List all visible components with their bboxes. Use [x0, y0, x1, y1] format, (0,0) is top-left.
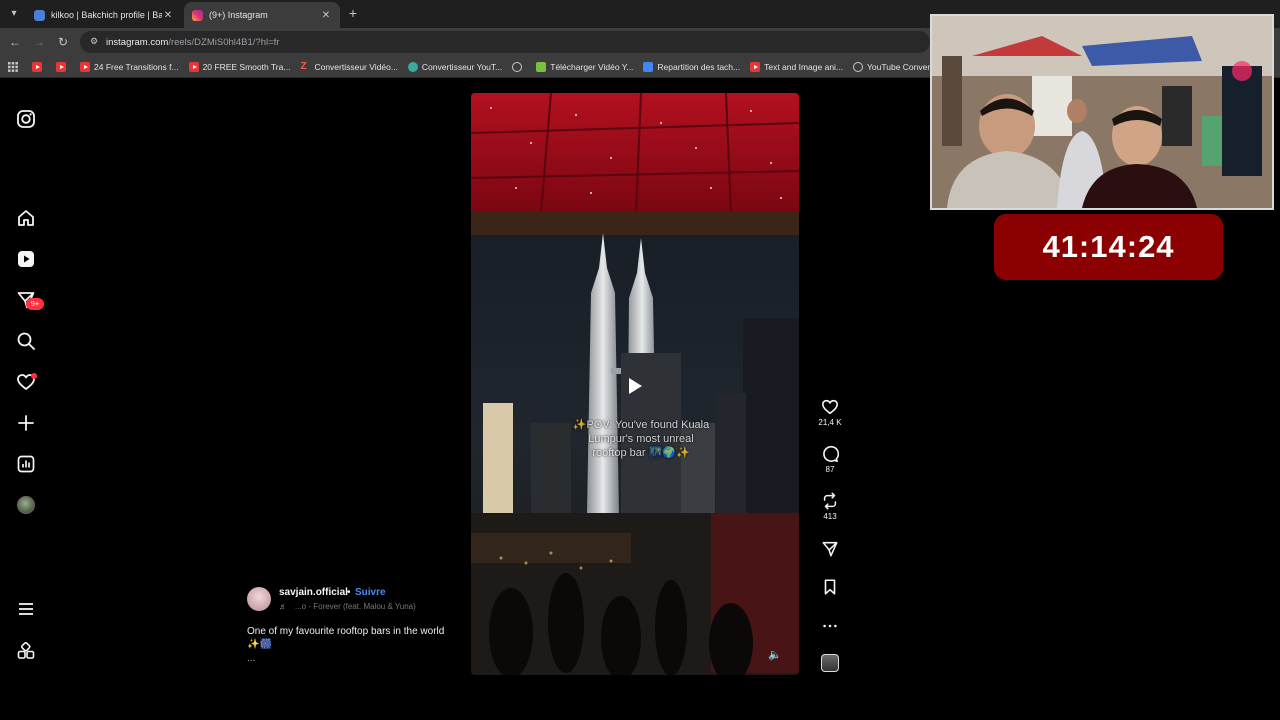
youtube-icon: [56, 61, 66, 72]
repost-icon: [823, 492, 837, 510]
menu-hamburger-icon[interactable]: [16, 599, 36, 619]
forward-arrow-icon[interactable]: →: [31, 34, 47, 50]
like-count: 21,4 K: [818, 418, 842, 427]
new-tab-button[interactable]: +: [345, 5, 361, 21]
comment-button[interactable]: 87: [815, 445, 845, 474]
webcam-overlay: [930, 14, 1274, 210]
bookmark-item[interactable]: Télécharger Vidéo Y...: [536, 61, 633, 72]
download-icon: [536, 61, 547, 72]
notification-badge: 9+: [26, 298, 44, 310]
tab-title: (9+) Instagram: [209, 10, 268, 20]
globe-icon: [853, 61, 864, 72]
instagram-page: 9+ ✨POV: You've found Kuala Lumpur's mos…: [0, 79, 1040, 688]
create-plus-icon[interactable]: [16, 413, 36, 433]
caption-more-button[interactable]: ...: [247, 653, 255, 664]
more-dots-icon: [823, 624, 837, 628]
bookmark-icon: [824, 579, 836, 595]
apps-grid-icon[interactable]: [8, 61, 18, 72]
repost-button[interactable]: 413: [815, 492, 845, 521]
tab-instagram[interactable]: (9+) Instagram ✕: [184, 2, 340, 28]
youtube-icon: [750, 61, 761, 72]
close-tab-icon[interactable]: ✕: [162, 10, 174, 21]
bookmark-item[interactable]: Text and Image ani...: [750, 61, 843, 72]
instagram-favicon-icon: [192, 9, 203, 21]
youtube-icon: [32, 61, 42, 72]
instagram-logo-icon[interactable]: [16, 109, 36, 129]
reel-caption: One of my favourite rooftop bars in the …: [247, 626, 445, 650]
bookmark-item[interactable]: 24 Free Transitions f...: [80, 61, 179, 72]
bookmark-item[interactable]: Z Convertisseur Vidéo...: [300, 60, 397, 72]
docs-icon: [643, 61, 654, 72]
tab-title: kilkoo | Bakchich profile | Bakch: [51, 10, 162, 20]
search-icon[interactable]: [16, 331, 36, 351]
tab-search-chevron-icon[interactable]: ▾: [6, 6, 22, 22]
webcam-feed: [932, 16, 1272, 208]
sound-icon[interactable]: 🔈: [768, 648, 784, 664]
url-path: /reels/DZMiS0hl4B1/?hl=fr: [168, 36, 280, 48]
url-host: instagram.com: [106, 36, 169, 48]
reel-overlay-text: ✨POV: You've found Kuala Lumpur's most u…: [572, 419, 710, 459]
bookmark-item[interactable]: Repartition des tach...: [643, 61, 740, 72]
more-options-button[interactable]: [815, 617, 845, 635]
play-icon[interactable]: [623, 375, 645, 397]
music-title: ...o - Forever (feat. Malou & Yuna): [295, 602, 416, 611]
youtube-icon: [188, 61, 199, 72]
comment-count: 87: [825, 465, 835, 474]
stream-timer: 41:14:24: [994, 214, 1223, 280]
youtube-icon: [80, 61, 90, 72]
comment-icon: [823, 445, 839, 463]
bookmark-item[interactable]: [512, 61, 526, 72]
globe-icon: [512, 61, 523, 72]
notification-dot: [31, 373, 37, 379]
repost-count: 413: [823, 512, 837, 521]
profile-avatar[interactable]: [17, 496, 35, 514]
author-avatar[interactable]: [247, 587, 271, 611]
follow-button[interactable]: Suivre: [355, 587, 386, 598]
tab-favicon-icon: [34, 9, 45, 21]
tab-bakchich[interactable]: kilkoo | Bakchich profile | Bakch ✕: [26, 2, 182, 28]
z-icon: Z: [300, 60, 307, 72]
reload-icon[interactable]: ↻: [55, 34, 71, 50]
address-bar[interactable]: ⚙ instagram.com/reels/DZMiS0hl4B1/?hl=fr: [80, 31, 930, 53]
separator-dot: •: [347, 587, 351, 598]
home-icon[interactable]: [16, 208, 36, 228]
reel-video[interactable]: ✨POV: You've found Kuala Lumpur's most u…: [471, 93, 799, 675]
save-button[interactable]: [815, 578, 845, 596]
author-username[interactable]: savjain.official: [279, 587, 348, 598]
bookmark-item[interactable]: [56, 61, 70, 72]
site-info-icon[interactable]: ⚙: [88, 36, 100, 48]
bookmark-item[interactable]: 20 FREE Smooth Tra...: [188, 61, 290, 72]
bookmark-item[interactable]: Convertisseur YouT...: [407, 61, 502, 72]
close-tab-icon[interactable]: ✕: [320, 10, 332, 21]
converter-icon: [407, 61, 418, 72]
like-button[interactable]: 21,4 K: [815, 398, 845, 427]
heart-icon: [821, 399, 839, 415]
bookmark-item[interactable]: [32, 61, 46, 72]
share-button[interactable]: [815, 540, 845, 558]
also-from-meta-icon[interactable]: [16, 641, 36, 661]
dashboard-icon[interactable]: [16, 454, 36, 474]
music-track[interactable]: ♬ ...o - Forever (feat. Malou & Yuna): [279, 602, 416, 611]
reels-icon[interactable]: [16, 249, 36, 269]
original-audio-thumbnail[interactable]: [821, 654, 839, 672]
back-arrow-icon[interactable]: ←: [7, 34, 23, 50]
music-note-icon: ♬: [279, 602, 287, 611]
share-icon: [822, 541, 838, 557]
